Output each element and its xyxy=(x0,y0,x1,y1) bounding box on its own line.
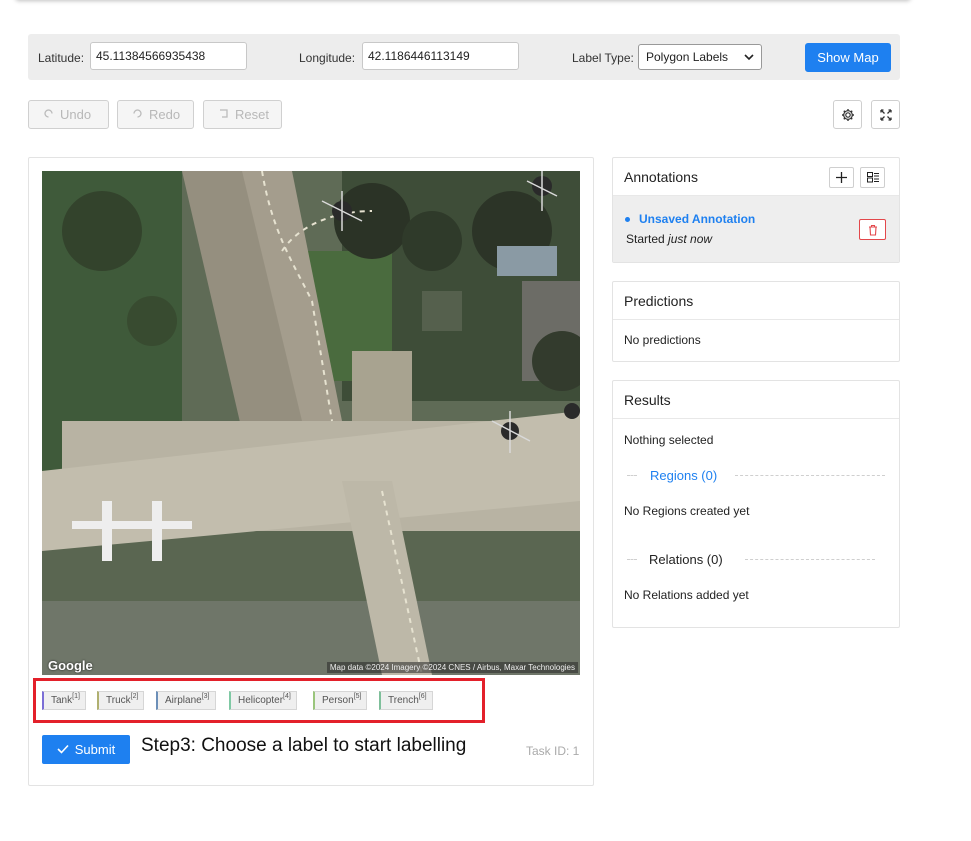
annotation-meta: Started just now xyxy=(626,232,712,246)
satellite-image-canvas[interactable]: Google Map data ©2024 Imagery ©2024 CNES… xyxy=(42,171,580,675)
regions-empty: No Regions created yet xyxy=(624,504,750,518)
google-logo: Google xyxy=(48,658,93,673)
annotations-panel: Annotations Unsaved Annotation Started j… xyxy=(612,157,900,263)
undo-label: Undo xyxy=(60,107,92,122)
label-selector-highlight xyxy=(33,678,485,723)
relations-empty: No Relations added yet xyxy=(624,588,749,602)
longitude-input[interactable]: 42.1186446113149 xyxy=(362,42,519,70)
predictions-empty: No predictions xyxy=(624,333,701,347)
fullscreen-button[interactable] xyxy=(871,100,900,129)
settings-button[interactable] xyxy=(833,100,862,129)
regions-divider-left xyxy=(627,475,637,476)
latitude-label: Latitude: xyxy=(38,51,85,65)
chevron-down-icon xyxy=(744,45,754,78)
gear-icon xyxy=(841,109,854,121)
trash-icon xyxy=(868,224,877,236)
undo-icon xyxy=(43,101,54,128)
reset-icon xyxy=(218,101,229,128)
annotation-status-dot xyxy=(625,217,630,222)
results-title: Results xyxy=(613,381,899,419)
predictions-title: Predictions xyxy=(613,282,899,320)
submit-button[interactable]: Submit xyxy=(42,735,130,764)
show-map-button[interactable]: Show Map xyxy=(805,43,891,72)
latitude-input[interactable]: 45.11384566935438 xyxy=(90,42,247,70)
regions-header[interactable]: Regions (0) xyxy=(650,468,717,483)
label-type-selected-value: Polygon Labels xyxy=(646,50,729,64)
relations-divider-left xyxy=(627,559,637,560)
annotation-started-time: just now xyxy=(668,232,713,246)
list-icon xyxy=(866,172,879,183)
longitude-label: Longitude: xyxy=(299,51,356,65)
annotation-list-button[interactable] xyxy=(860,167,885,188)
annotation-item[interactable]: Unsaved Annotation Started just now xyxy=(613,196,899,262)
relations-header: Relations (0) xyxy=(649,552,723,567)
undo-button[interactable]: Undo xyxy=(28,100,109,129)
map-attribution: Map data ©2024 Imagery ©2024 CNES / Airb… xyxy=(326,662,578,673)
task-id: Task ID: 1 xyxy=(526,744,580,758)
redo-label: Redo xyxy=(149,107,181,122)
regions-divider-right xyxy=(735,475,885,476)
redo-button[interactable]: Redo xyxy=(117,100,194,129)
location-control-bar: Latitude: 45.11384566935438 Longitude: 4… xyxy=(28,34,900,80)
annotation-name: Unsaved Annotation xyxy=(639,212,756,226)
step-instruction: Step3: Choose a label to start labelling xyxy=(141,735,467,756)
label-type-select[interactable]: Polygon Labels xyxy=(638,44,762,70)
annotation-started-prefix: Started xyxy=(626,232,669,246)
results-panel: Results Nothing selected Regions (0) No … xyxy=(612,380,900,628)
plus-icon xyxy=(836,172,847,183)
satellite-imagery xyxy=(42,171,580,675)
reset-label: Reset xyxy=(235,107,269,122)
reset-button[interactable]: Reset xyxy=(203,100,282,129)
relations-divider-right xyxy=(745,559,875,560)
label-type-label: Label Type: xyxy=(572,51,634,65)
annotations-title: Annotations xyxy=(613,158,899,196)
fullscreen-icon xyxy=(879,109,892,121)
results-selection: Nothing selected xyxy=(624,433,714,447)
check-icon xyxy=(57,744,69,754)
redo-icon xyxy=(132,101,143,128)
add-annotation-button[interactable] xyxy=(829,167,854,188)
submit-label: Submit xyxy=(74,742,116,757)
predictions-panel: Predictions No predictions xyxy=(612,281,900,362)
delete-annotation-button[interactable] xyxy=(859,219,886,240)
